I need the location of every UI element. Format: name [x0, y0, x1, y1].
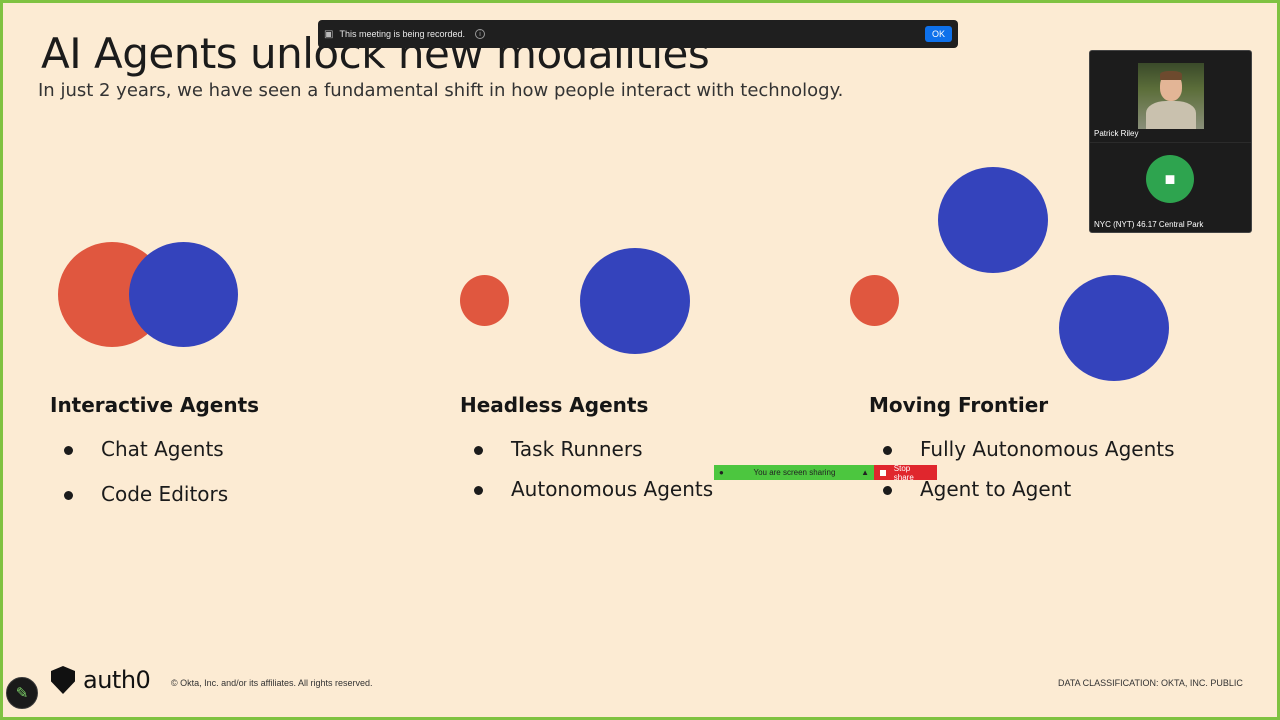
headless-agents-list: Task Runners Autonomous Agents — [463, 437, 713, 501]
list-item: Code Editors — [53, 482, 228, 506]
participant-name: NYC (NYT) 46.17 Central Park — [1094, 220, 1204, 229]
small-red-circle-frontier — [850, 275, 899, 326]
recording-message: This meeting is being recorded. — [339, 29, 466, 39]
column-heading-interactive: Interactive Agents — [50, 393, 260, 417]
pencil-icon: ✎ — [15, 685, 29, 702]
slide-subtitle: In just 2 years, we have seen a fundamen… — [38, 80, 844, 101]
copyright-text: © Okta, Inc. and/or its affiliates. All … — [171, 678, 373, 688]
participant-video — [1138, 63, 1204, 129]
participants-panel[interactable]: Patrick Riley ■ NYC (NYT) 46.17 Central … — [1089, 50, 1252, 233]
list-item: Task Runners — [463, 437, 713, 461]
auth0-shield-icon — [51, 666, 75, 694]
info-icon[interactable]: i — [475, 29, 486, 39]
blue-circle — [580, 248, 690, 354]
column-heading-headless: Headless Agents — [460, 393, 649, 417]
sharing-status[interactable]: ● You are screen sharing ▲ — [714, 465, 874, 480]
brand-name: auth0 — [83, 666, 151, 694]
list-item: Autonomous Agents — [463, 477, 713, 501]
stop-icon — [880, 469, 886, 476]
participant-tile-video[interactable]: Patrick Riley — [1090, 51, 1251, 141]
list-item: Fully Autonomous Agents — [872, 437, 1175, 461]
list-item: Chat Agents — [53, 437, 228, 461]
shared-screen: AI Agents unlock new modalities In just … — [3, 3, 1277, 717]
overlap-blue-circle — [129, 242, 238, 347]
interactive-agents-list: Chat Agents Code Editors — [53, 437, 228, 506]
data-classification: DATA CLASSIFICATION: OKTA, INC. PUBLIC — [1058, 678, 1243, 688]
stop-share-button[interactable]: Stop share — [874, 464, 937, 482]
column-heading-frontier: Moving Frontier — [869, 393, 1049, 417]
security-shield-icon: ▲ — [861, 468, 869, 477]
room-system-icon: ■ — [1146, 155, 1194, 203]
blue-circle-top — [938, 167, 1048, 273]
participant-name: Patrick Riley — [1094, 129, 1139, 138]
drag-handle-icon[interactable]: ● — [719, 468, 724, 477]
screen-share-bar[interactable]: ● You are screen sharing ▲ Stop share — [714, 464, 937, 482]
recording-banner: ▣ This meeting is being recorded. i OK — [318, 20, 958, 48]
small-red-circle — [460, 275, 509, 326]
auth0-logo: auth0 — [51, 666, 151, 694]
blue-circle-bottom — [1059, 275, 1169, 381]
participant-tile-room[interactable]: ■ NYC (NYT) 46.17 Central Park — [1090, 142, 1251, 232]
record-camera-icon: ▣ — [324, 28, 334, 40]
annotate-button[interactable]: ✎ — [6, 677, 38, 709]
ok-button[interactable]: OK — [924, 26, 952, 42]
